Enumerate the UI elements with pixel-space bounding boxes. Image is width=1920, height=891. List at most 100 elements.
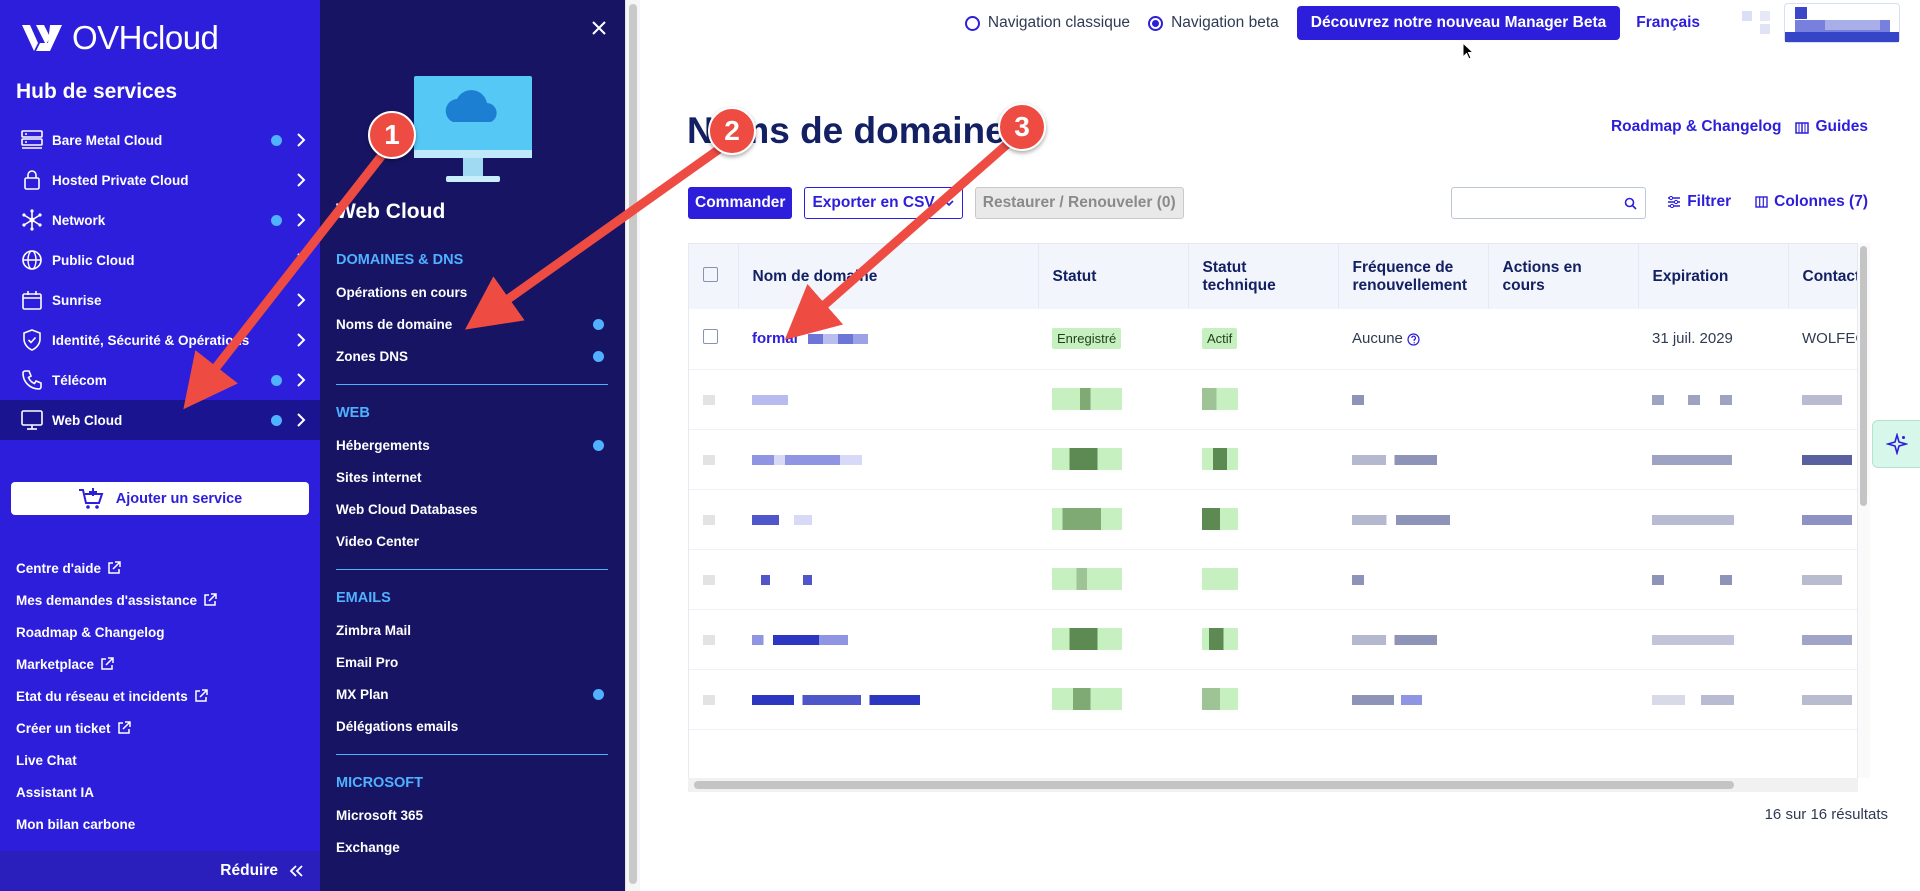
columns-button[interactable]: Colonnes (7) (1755, 193, 1868, 211)
column-header-contact[interactable]: Contact (1788, 244, 1857, 309)
submenu-item-video-center[interactable]: Video Center (336, 525, 608, 557)
roadmap-changelog-link[interactable]: Roadmap & Changelog (1611, 118, 1782, 136)
link-live-chat[interactable]: Live Chat (16, 744, 217, 776)
order-button[interactable]: Commander (688, 187, 793, 219)
status-cell (1038, 369, 1188, 429)
submenu-item-mx-plan[interactable]: MX Plan (336, 678, 608, 710)
new-indicator-dot (271, 135, 282, 146)
submenu-item-zimbra-mail[interactable]: Zimbra Mail (336, 614, 608, 646)
nav-item-label: Web Cloud (52, 412, 123, 428)
submenu-scrollbar[interactable] (625, 0, 640, 891)
domain-cell (738, 549, 1038, 609)
shield-icon (23, 329, 41, 351)
network-icon (22, 209, 42, 231)
redacted-badge (1202, 628, 1238, 650)
radio-button[interactable] (964, 15, 980, 31)
redacted-text (1802, 514, 1852, 525)
filter-button[interactable]: Filtrer (1667, 193, 1731, 211)
link-support-requests[interactable]: Mes demandes d'assistance (16, 584, 217, 616)
technical-status-cell (1188, 609, 1338, 669)
nav-item-network[interactable]: Network (0, 200, 320, 240)
column-header-expiration[interactable]: Expiration (1638, 244, 1789, 309)
radio-button-selected[interactable] (1148, 15, 1164, 31)
status-cell (1038, 489, 1188, 549)
link-label: Roadmap & Changelog (16, 624, 165, 640)
link-label: Colonnes (7) (1774, 193, 1868, 210)
ai-assistant-tab[interactable] (1872, 420, 1920, 468)
nav-item-identity-security[interactable]: Identité, Sécurité & Opérations (0, 320, 320, 360)
domains-grid: Nom de domaine Statut Statut technique F… (689, 244, 1857, 730)
submenu-item-label: MX Plan (336, 686, 389, 702)
submenu-item-exchange[interactable]: Exchange (336, 831, 608, 863)
submenu-item-email-pro[interactable]: Email Pro (336, 646, 608, 678)
row-checkbox-cell (689, 369, 738, 429)
scrollbar-thumb[interactable] (629, 4, 637, 884)
column-header-domain[interactable]: Nom de domaine (738, 244, 1039, 309)
new-indicator-dot (593, 319, 604, 330)
domain-link[interactable]: formal (752, 330, 798, 347)
redacted-text (1352, 514, 1450, 525)
nav-item-telecom[interactable]: Télécom (0, 360, 320, 400)
globe-icon (22, 250, 42, 270)
submenu-item-websites[interactable]: Sites internet (336, 461, 608, 493)
reduce-sidebar-button[interactable]: Réduire (0, 851, 320, 891)
submenu-title: Web Cloud (336, 200, 446, 223)
column-header-renewal-frequency[interactable]: Fréquence de renouvellement (1338, 244, 1489, 309)
close-icon[interactable] (585, 14, 613, 42)
nav-item-public-cloud[interactable]: Public Cloud (0, 240, 320, 280)
radio-navigation-classic[interactable]: Navigation classique (964, 14, 1130, 32)
link-roadmap[interactable]: Roadmap & Changelog (16, 616, 217, 648)
submenu-item-email-delegations[interactable]: Délégations emails (336, 710, 608, 742)
logo-text: OVHcloud (72, 19, 219, 56)
scrollbar-thumb[interactable] (1860, 246, 1867, 506)
chevron-right-icon (297, 133, 306, 147)
link-label: Live Chat (16, 752, 77, 768)
nav-item-bare-metal-cloud[interactable]: Bare Metal Cloud (0, 120, 320, 160)
help-icon[interactable] (1407, 333, 1420, 346)
scrollbar-thumb[interactable] (694, 781, 1734, 789)
callout-badge-2: 2 (708, 107, 756, 155)
column-header-status[interactable]: Statut (1038, 244, 1189, 309)
discover-beta-manager-button[interactable]: Découvrez notre nouveau Manager Beta (1296, 6, 1621, 40)
submenu-item-web-cloud-databases[interactable]: Web Cloud Databases (336, 493, 608, 525)
page-links: Roadmap & Changelog Guides (1611, 118, 1868, 136)
notifications-icon[interactable] (1742, 8, 1772, 38)
submenu-item-dns-zones[interactable]: Zones DNS (336, 340, 608, 372)
redacted-checkbox (703, 694, 715, 705)
nav-item-sunrise[interactable]: Sunrise (0, 280, 320, 320)
language-selector[interactable]: Français (1636, 14, 1700, 32)
link-network-status[interactable]: Etat du réseau et incidents (16, 680, 217, 712)
link-marketplace[interactable]: Marketplace (16, 648, 217, 680)
add-service-button[interactable]: Ajouter un service (11, 482, 309, 515)
redacted-badge (1052, 508, 1122, 530)
submenu-item-ongoing-operations[interactable]: Opérations en cours (336, 276, 608, 308)
link-carbon-footprint[interactable]: Mon bilan carbone (16, 808, 217, 840)
radio-navigation-beta[interactable]: Navigation beta (1148, 14, 1279, 32)
column-header-ongoing-actions[interactable]: Actions en cours (1488, 244, 1639, 309)
guides-link[interactable]: Guides (1795, 118, 1868, 136)
link-ai-assistant[interactable]: Assistant IA (16, 776, 217, 808)
submenu-item-microsoft-365[interactable]: Microsoft 365 (336, 799, 608, 831)
column-header-technical-status[interactable]: Statut technique (1188, 244, 1339, 309)
submenu-item-hosting[interactable]: Hébergements (336, 429, 608, 461)
redacted-checkbox (703, 634, 715, 645)
export-csv-button[interactable]: Exporter en CSV (804, 187, 963, 219)
link-help-center[interactable]: Centre d'aide (16, 552, 217, 584)
redacted-badge (1202, 688, 1238, 710)
nav-item-web-cloud[interactable]: Web Cloud (0, 400, 320, 440)
table-vertical-scrollbar[interactable] (1858, 243, 1870, 778)
row-checkbox[interactable] (703, 329, 718, 345)
select-all-checkbox[interactable] (703, 266, 718, 282)
technical-status-badge: Actif (1202, 328, 1238, 350)
new-indicator-dot (593, 351, 604, 362)
search-input[interactable] (1451, 187, 1646, 219)
ovhcloud-logo[interactable]: OVHcloud (20, 19, 219, 56)
link-create-ticket[interactable]: Créer un ticket (16, 712, 217, 744)
restore-renew-button[interactable]: Restaurer / Renouveler (0) (974, 187, 1184, 219)
table-horizontal-scrollbar[interactable] (688, 778, 1858, 792)
submenu-item-label: Zimbra Mail (336, 622, 412, 638)
external-link-icon (117, 721, 131, 734)
user-account-menu[interactable] (1784, 3, 1900, 43)
nav-item-hosted-private-cloud[interactable]: Hosted Private Cloud (0, 160, 320, 200)
submenu-item-domain-names[interactable]: Noms de domaine (336, 308, 608, 340)
